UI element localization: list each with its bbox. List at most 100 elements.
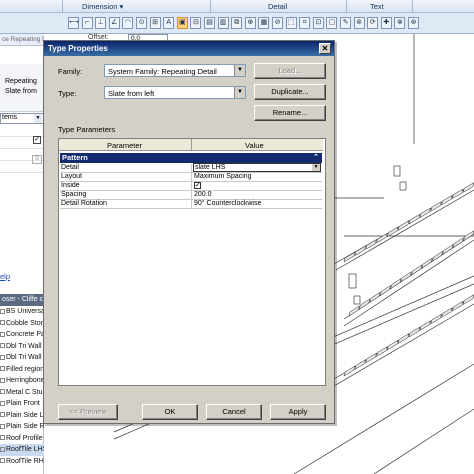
ribbon-tool-icon[interactable]: ⊕ bbox=[244, 17, 256, 29]
param-row-spacing[interactable]: Spacing 200.0 bbox=[60, 191, 322, 200]
tree-item-label: Plain Side RH bbox=[6, 423, 44, 430]
ribbon-tool-icon[interactable]: ⊡ bbox=[312, 17, 324, 29]
ribbon-tool-icon[interactable]: ⊙ bbox=[136, 17, 147, 29]
ribbon-tool-icon[interactable]: ✚ bbox=[380, 17, 392, 29]
tree-item[interactable]: Dbl Tri Wall bbox=[0, 352, 44, 364]
tree-item[interactable]: BS Universa bbox=[0, 306, 44, 318]
ribbon-tool-icon[interactable]: ⊞ bbox=[149, 17, 161, 29]
tree-item-label: Dbl Tri Wall bbox=[6, 342, 42, 350]
ribbon-tool-icon[interactable]: ⊟ bbox=[190, 17, 202, 29]
tree-item[interactable]: Cobble Ston bbox=[0, 318, 44, 330]
type-select[interactable]: Slate from left ▼ bbox=[104, 86, 246, 99]
param-name: Detail bbox=[61, 164, 79, 171]
grid-header: Parameter Value bbox=[59, 139, 323, 151]
ribbon-separator bbox=[210, 0, 211, 13]
column-header-value[interactable]: Value bbox=[245, 141, 264, 150]
param-value[interactable]: Maximum Spacing bbox=[193, 173, 321, 181]
rename-button[interactable]: Rename... bbox=[254, 105, 326, 121]
properties-filter-select[interactable]: tems ▼ bbox=[0, 113, 44, 124]
properties-checkbox[interactable]: ✓ bbox=[33, 136, 41, 144]
param-row-detail-rotation[interactable]: Detail Rotation 90° Counterclockwise bbox=[60, 200, 322, 209]
ribbon-tool-icon[interactable]: ⊘ bbox=[272, 17, 283, 29]
ribbon-tool-icon[interactable]: ▢ bbox=[326, 17, 338, 29]
properties-help-link[interactable]: elp bbox=[0, 272, 10, 281]
inside-checkbox[interactable]: ✓ bbox=[194, 182, 201, 189]
tree-node-icon bbox=[0, 354, 5, 360]
chevron-down-icon: ▼ bbox=[234, 87, 245, 98]
ribbon-tool-icon[interactable]: ▥ bbox=[217, 17, 229, 29]
param-row-layout[interactable]: Layout Maximum Spacing bbox=[60, 173, 322, 182]
load-button[interactable]: Load... bbox=[254, 63, 326, 79]
slate-tile bbox=[365, 352, 377, 364]
ribbon-tool-icon[interactable]: ▦ bbox=[258, 17, 270, 29]
tree-item-label: Herringbone bbox=[6, 377, 44, 384]
preview-button[interactable]: << Preview bbox=[58, 404, 118, 420]
ribbon-tool-icon[interactable]: ⟳ bbox=[367, 17, 379, 29]
tree-item[interactable]: Plain Front bbox=[0, 398, 44, 410]
tree-item-label: RoofTile LHS bbox=[6, 446, 44, 453]
tree-item[interactable]: Metal C Stud bbox=[0, 387, 44, 399]
duplicate-button[interactable]: Duplicate... bbox=[254, 84, 326, 100]
tree-item-label: Plain Front bbox=[6, 400, 40, 407]
tree-item-label: Metal C Stud bbox=[6, 388, 44, 396]
param-value-cell: ✓ bbox=[193, 182, 321, 190]
ribbon-toolbar: ⟷ ⌐ ⊥ ∠ ◠ ⊙ ⊞ A ▣ ⊟ ▤ ▥ ⧉ ⊕ ▦ ⊘ ⬚ ⌗ ⊡ ▢ ✎ ⊚ ⟳ ✚ ⊗ ⊛ bbox=[0, 14, 474, 34]
tree-item[interactable]: RoofTile LHS bbox=[0, 444, 44, 456]
properties-filter-value: tems bbox=[2, 114, 18, 121]
cancel-button[interactable]: Cancel bbox=[206, 404, 262, 420]
tree-node-icon bbox=[0, 389, 5, 395]
ribbon-group-dimension[interactable]: Dimension ▾ bbox=[82, 2, 123, 11]
column-divider bbox=[191, 191, 192, 200]
ribbon-tool-icon[interactable]: ∠ bbox=[108, 17, 120, 29]
tree-item[interactable]: Plain Side LH bbox=[0, 410, 44, 422]
ribbon-tool-icon[interactable]: ▣ bbox=[176, 17, 188, 29]
properties-type-selector[interactable]: Repeating Slate from bbox=[0, 64, 44, 112]
ribbon-tool-icon[interactable]: ⊗ bbox=[394, 17, 406, 29]
param-value[interactable]: 90° Counterclockwise bbox=[193, 200, 321, 208]
tree-item[interactable]: Filled region bbox=[0, 364, 44, 376]
tree-item[interactable]: Concrete Pa bbox=[0, 329, 44, 341]
tree-item[interactable]: Dbl Tri Wall bbox=[0, 341, 44, 353]
ribbon-tool-icon[interactable]: ⊚ bbox=[353, 17, 365, 29]
ribbon-group-detail[interactable]: Detail bbox=[268, 2, 287, 11]
param-value-select[interactable]: slate LHS ▼ bbox=[193, 163, 321, 172]
ribbon-separator bbox=[346, 0, 347, 13]
ribbon-tool-icon[interactable]: A bbox=[163, 17, 175, 29]
ok-button[interactable]: OK bbox=[142, 404, 198, 420]
ribbon-tool-icon[interactable]: ⌗ bbox=[299, 17, 311, 29]
group-row-pattern[interactable]: Pattern ⌃ bbox=[60, 153, 322, 163]
apply-button[interactable]: Apply bbox=[270, 404, 326, 420]
ribbon-tool-icon[interactable]: ⊥ bbox=[95, 17, 107, 29]
ribbon-tool-icon[interactable]: ⌐ bbox=[81, 17, 93, 29]
ribbon-group-text[interactable]: Text bbox=[370, 2, 384, 11]
project-browser-title: oser - Cliffe c bbox=[0, 294, 44, 306]
family-label: Family: bbox=[58, 67, 83, 76]
ribbon-tool-icon[interactable]: ⬚ bbox=[285, 17, 297, 29]
param-value[interactable]: 200.0 bbox=[193, 191, 321, 199]
ribbon-tool-icon[interactable]: ⊛ bbox=[408, 17, 419, 29]
tree-item[interactable]: Plain Side RH bbox=[0, 421, 44, 433]
family-select[interactable]: System Family: Repeating Detail ▼ bbox=[104, 64, 246, 77]
tree-item-label: BS Universa bbox=[6, 308, 44, 315]
chevron-down-icon: ▼ bbox=[34, 114, 42, 123]
properties-field[interactable]: 0 bbox=[32, 155, 42, 164]
ribbon-tool-icon[interactable]: ⧉ bbox=[231, 17, 243, 29]
ribbon-tool-icon[interactable]: ⟷ bbox=[68, 17, 79, 29]
slate-tile bbox=[411, 264, 423, 276]
tree-item-label: Roof Profile - Section (4) bbox=[6, 434, 44, 442]
ribbon-tool-icon[interactable]: ✎ bbox=[340, 17, 351, 29]
param-row-inside[interactable]: Inside ✓ bbox=[60, 182, 322, 191]
column-header-parameter[interactable]: Parameter bbox=[107, 141, 142, 150]
close-icon[interactable]: ✕ bbox=[319, 43, 331, 54]
tree-node-icon bbox=[0, 446, 5, 452]
ribbon-tool-icon[interactable]: ◠ bbox=[122, 17, 134, 29]
slate-tile bbox=[379, 284, 392, 297]
ribbon: Dimension ▾ Detail Text ⟷ ⌐ ⊥ ∠ ◠ ⊙ ⊞ A ▣ ⊟ ▤ ▥ ⧉ ⊕ ▦ ⊘… bbox=[0, 0, 474, 34]
tree-item[interactable]: RoofTile RHS bbox=[0, 456, 44, 468]
collapse-icon[interactable]: ⌃ bbox=[313, 153, 319, 163]
param-row-detail[interactable]: Detail slate LHS ▼ bbox=[60, 163, 322, 173]
tree-item-label: Filled region bbox=[6, 365, 44, 373]
ribbon-tool-icon[interactable]: ▤ bbox=[204, 17, 215, 29]
tree-item[interactable]: Roof Profile - Section (4) bbox=[0, 433, 44, 445]
tree-item[interactable]: Herringbone bbox=[0, 375, 44, 387]
